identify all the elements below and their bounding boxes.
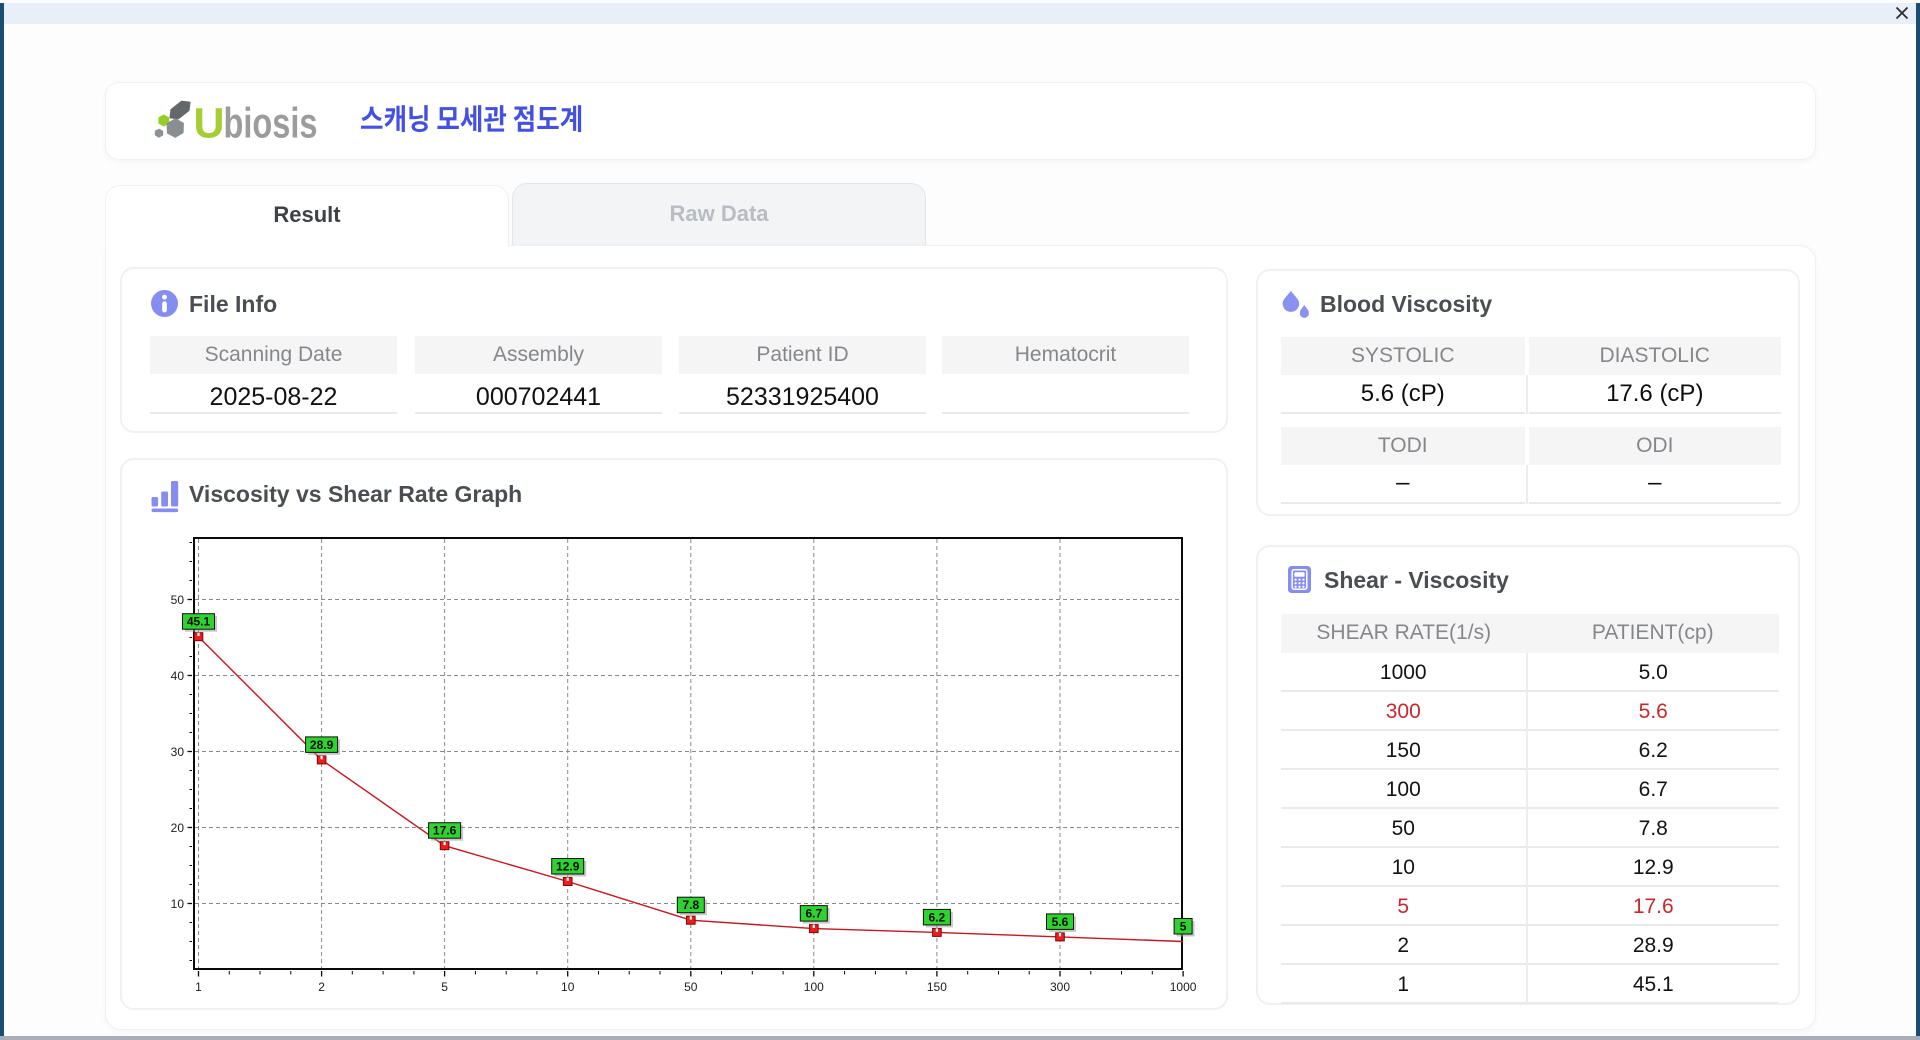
svg-text:30: 30 [171, 745, 185, 759]
svg-text:2: 2 [318, 980, 325, 994]
svg-text:6.2: 6.2 [929, 910, 946, 924]
svg-text:50: 50 [171, 593, 185, 607]
svg-text:1: 1 [195, 980, 202, 994]
svg-text:10: 10 [171, 897, 185, 911]
svg-text:150: 150 [927, 980, 947, 994]
svg-text:300: 300 [1050, 980, 1070, 994]
svg-text:7.8: 7.8 [682, 898, 699, 912]
svg-text:45.1: 45.1 [187, 615, 211, 629]
svg-text:28.9: 28.9 [310, 738, 334, 752]
svg-text:12.9: 12.9 [556, 860, 580, 874]
svg-text:5: 5 [441, 980, 448, 994]
svg-text:5: 5 [1180, 920, 1187, 934]
svg-text:20: 20 [171, 821, 185, 835]
svg-text:10: 10 [561, 980, 575, 994]
svg-text:100: 100 [804, 980, 824, 994]
svg-text:5.6: 5.6 [1052, 915, 1069, 929]
svg-text:6.7: 6.7 [805, 907, 822, 921]
svg-text:40: 40 [171, 669, 185, 683]
svg-text:1000: 1000 [1170, 980, 1197, 994]
svg-text:Ubiosis: Ubiosis [194, 100, 318, 148]
svg-text:50: 50 [684, 980, 698, 994]
svg-text:17.6: 17.6 [433, 824, 457, 838]
